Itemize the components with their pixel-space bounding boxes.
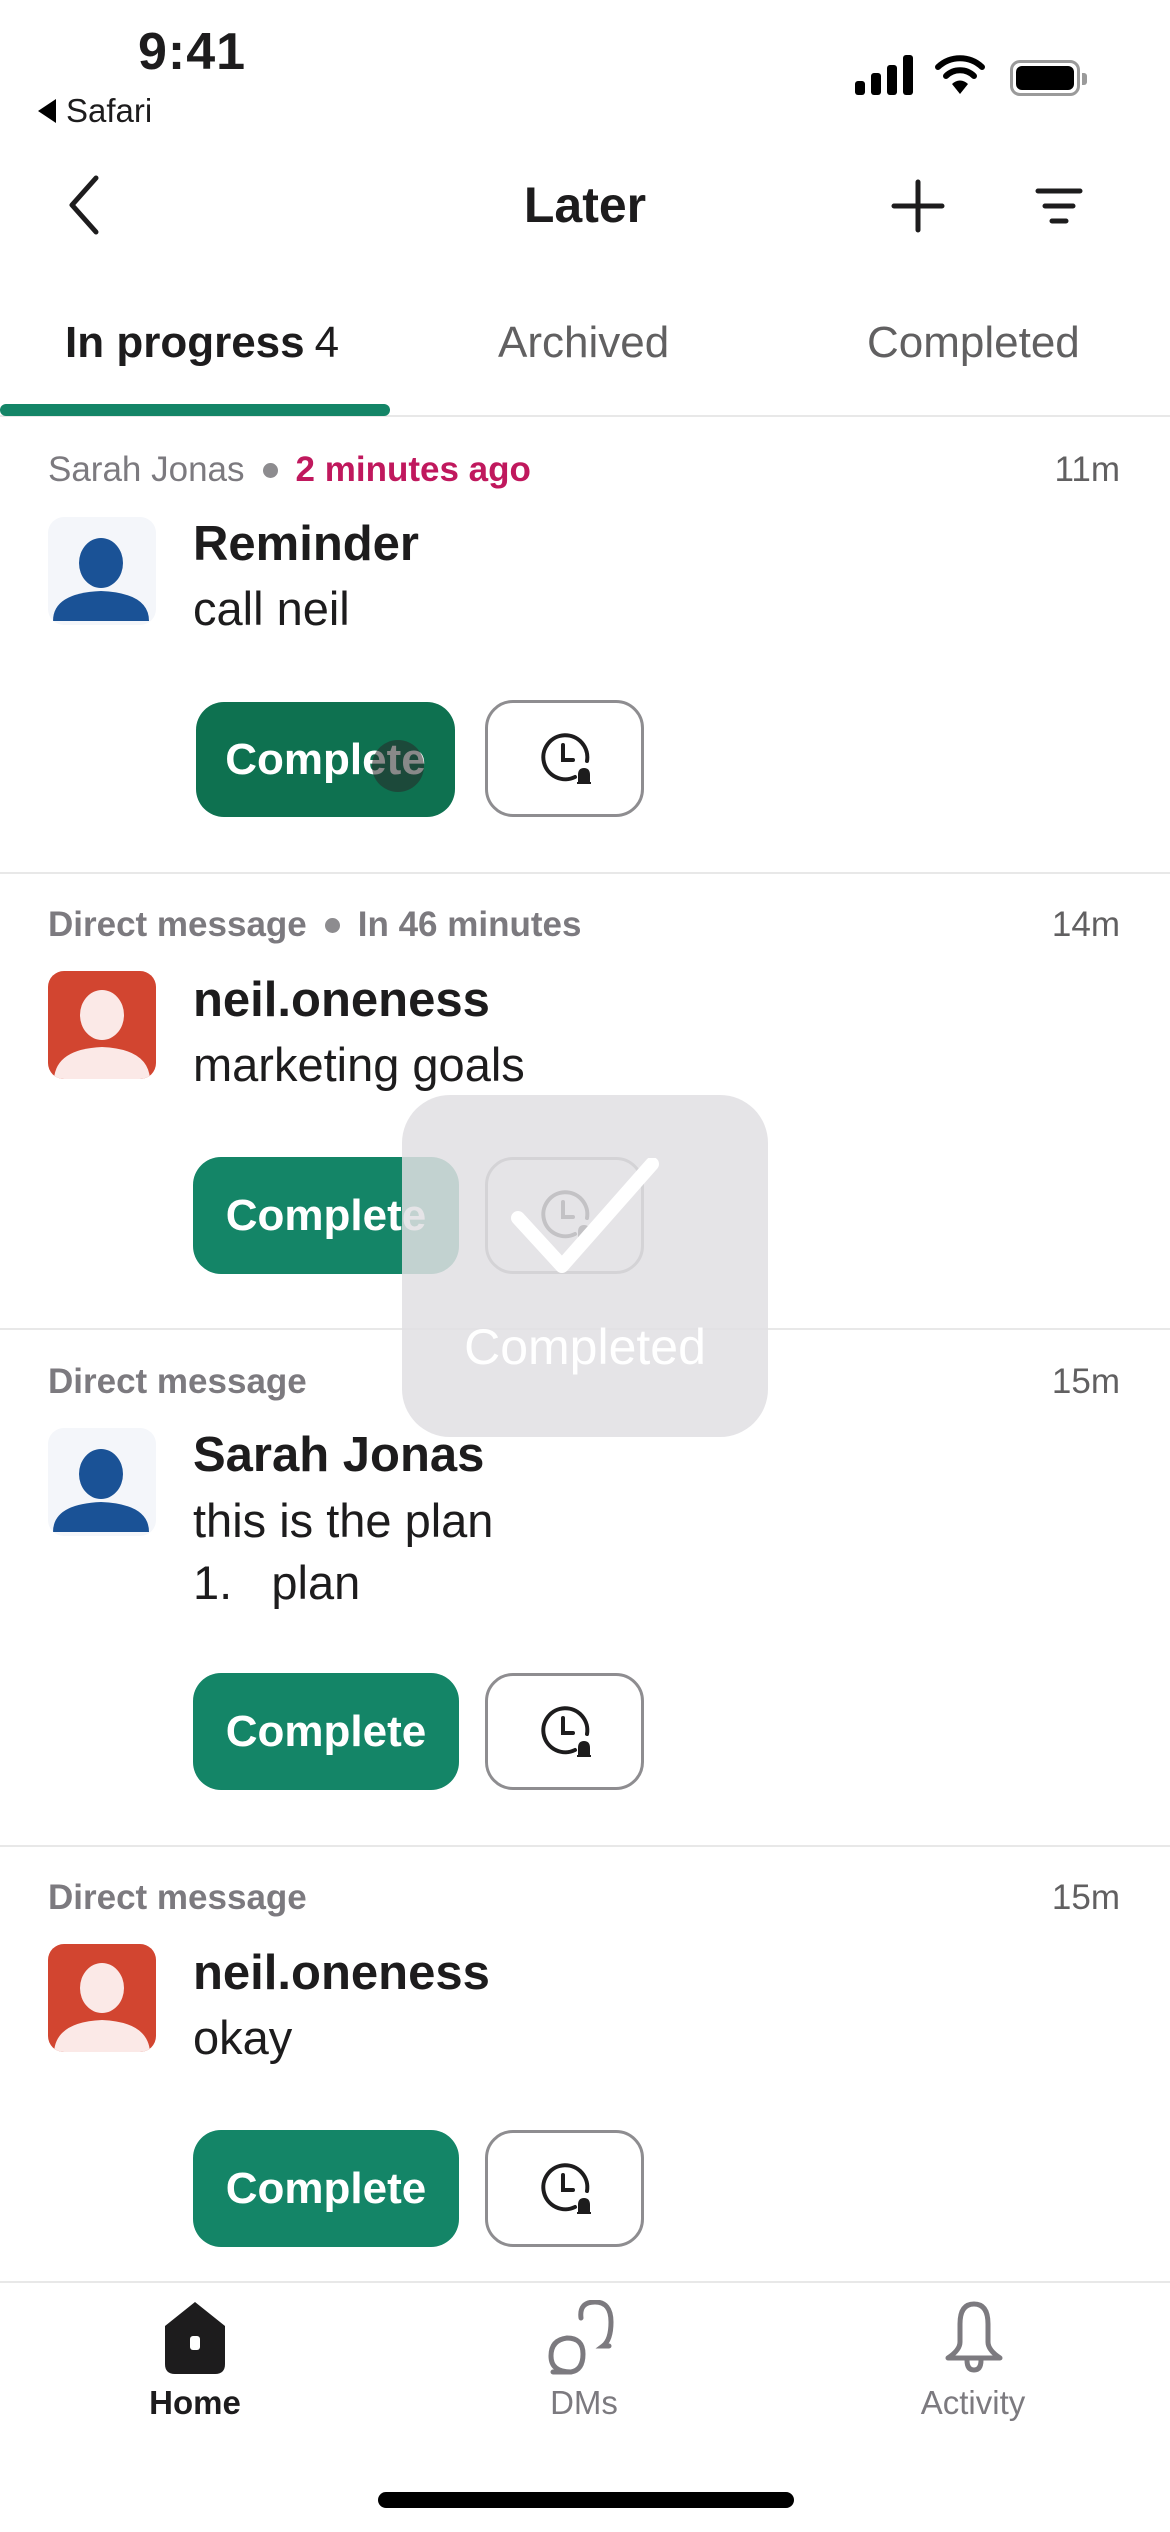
item-age: 15m bbox=[1051, 1878, 1120, 1917]
clock-bell-icon bbox=[540, 732, 591, 784]
item-divider bbox=[0, 872, 1170, 874]
complete-button[interactable]: Complete bbox=[193, 2130, 459, 2247]
touch-indicator bbox=[372, 740, 424, 792]
item-title: neil.oneness bbox=[193, 1946, 490, 2000]
avatar bbox=[48, 517, 156, 625]
separator-dot bbox=[324, 917, 340, 933]
body-line: marketing goals bbox=[193, 1038, 525, 1091]
tabbar-divider bbox=[0, 2281, 1170, 2283]
item-meta: Direct message bbox=[48, 1878, 307, 1918]
person-icon bbox=[53, 538, 149, 621]
tab-completed[interactable]: Completed bbox=[867, 318, 1080, 368]
bell-icon[interactable] bbox=[934, 2300, 1014, 2376]
cellular-signal-icon bbox=[855, 55, 913, 95]
tab-archived[interactable]: Archived bbox=[498, 318, 669, 368]
tabbar-dms-label[interactable]: DMs bbox=[464, 2384, 704, 2422]
body-line: okay bbox=[193, 2011, 293, 2064]
person-icon bbox=[54, 990, 150, 1079]
snooze-button[interactable] bbox=[485, 700, 644, 817]
page-title: Later bbox=[523, 177, 647, 233]
clock-bell-icon bbox=[540, 2162, 591, 2214]
completed-hud-label: Completed bbox=[464, 1319, 706, 1375]
plus-icon[interactable] bbox=[890, 178, 946, 234]
tab-count: 4 bbox=[314, 318, 340, 367]
checkmark-icon bbox=[511, 1158, 659, 1273]
item-age: 15m bbox=[1051, 1362, 1120, 1401]
filter-icon[interactable] bbox=[1035, 186, 1083, 226]
item-title: neil.oneness bbox=[193, 973, 490, 1027]
body-line: call neil bbox=[193, 582, 350, 635]
item-divider bbox=[0, 1845, 1170, 1847]
item-age: 14m bbox=[1051, 905, 1120, 944]
tab-label: In progress bbox=[65, 318, 305, 367]
person-icon bbox=[54, 1963, 150, 2052]
item-source: Direct message bbox=[48, 1878, 307, 1917]
back-app-label: Safari bbox=[66, 92, 153, 129]
separator-dot bbox=[262, 462, 278, 478]
tabbar-home-label[interactable]: Home bbox=[75, 2384, 315, 2422]
snooze-button[interactable] bbox=[485, 2130, 644, 2247]
avatar bbox=[48, 971, 156, 1079]
item-age: 11m bbox=[1054, 450, 1121, 489]
battery-icon bbox=[1010, 60, 1087, 96]
item-meta: Direct message bbox=[48, 1362, 307, 1402]
avatar bbox=[48, 1944, 156, 2052]
active-tab-indicator bbox=[0, 404, 390, 416]
status-time: 9:41 bbox=[138, 23, 247, 81]
item-meta: Direct message In 46 minutes bbox=[48, 905, 581, 945]
body-list-item: 1. plan bbox=[193, 1556, 361, 1609]
home-indicator[interactable] bbox=[378, 2492, 794, 2508]
back-to-safari[interactable]: Safari bbox=[38, 92, 152, 130]
item-body: okay bbox=[193, 2007, 292, 2069]
avatar bbox=[48, 1428, 156, 1536]
tabbar-activity-label[interactable]: Activity bbox=[853, 2384, 1093, 2422]
item-source: Direct message bbox=[48, 905, 307, 944]
item-body: this is the plan 1. plan bbox=[193, 1490, 493, 1614]
snooze-button[interactable] bbox=[485, 1673, 644, 1790]
item-body: marketing goals bbox=[193, 1034, 525, 1096]
item-body: call neil bbox=[193, 578, 350, 640]
item-source: Sarah Jonas bbox=[48, 450, 245, 489]
item-due: 2 minutes ago bbox=[295, 450, 531, 489]
item-meta: Sarah Jonas 2 minutes ago bbox=[48, 450, 531, 490]
body-line: this is the plan bbox=[193, 1494, 494, 1547]
home-icon[interactable] bbox=[155, 2300, 235, 2376]
clock-bell-icon bbox=[540, 1705, 591, 1757]
wifi-icon bbox=[935, 55, 985, 94]
item-due: In 46 minutes bbox=[357, 905, 582, 944]
tab-in-progress[interactable]: In progress 4 bbox=[65, 318, 339, 368]
back-triangle-icon bbox=[38, 99, 56, 123]
complete-button[interactable]: Complete bbox=[193, 1673, 459, 1790]
person-icon bbox=[53, 1449, 149, 1532]
item-source: Direct message bbox=[48, 1362, 307, 1401]
item-title: Reminder bbox=[193, 517, 420, 571]
dms-icon[interactable] bbox=[545, 2300, 625, 2376]
